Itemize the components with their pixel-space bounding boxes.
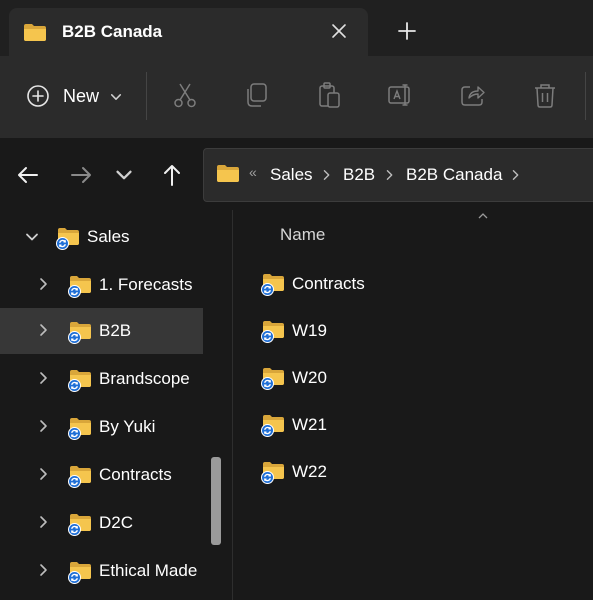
tree-item-label: 1. Forecasts <box>99 275 193 294</box>
tree-item-by-yuki[interactable]: By Yuki <box>0 404 203 450</box>
forward-arrow-icon[interactable] <box>68 162 94 188</box>
breadcrumb-chevron-icon[interactable] <box>384 168 396 182</box>
chevron-right-icon[interactable] <box>37 277 51 291</box>
tree-item-label: B2B <box>99 321 132 340</box>
chevron-right-icon[interactable] <box>37 563 51 577</box>
folder-sync-icon <box>261 272 285 296</box>
file-name: W21 <box>292 415 327 434</box>
folder-sync-icon <box>68 320 92 344</box>
tree-item-brandscope[interactable]: Brandscope <box>0 356 203 402</box>
command-separator <box>585 72 586 120</box>
tree-item-ethical-made[interactable]: Ethical Made <box>0 548 203 594</box>
delete-icon[interactable] <box>530 80 560 110</box>
tree-item-label: Ethical Made <box>99 561 198 580</box>
folder-sync-icon <box>261 460 285 484</box>
folder-sync-icon <box>56 226 80 250</box>
folder-icon <box>216 163 240 183</box>
file-name: Contracts <box>292 274 365 293</box>
tree-item-label: D2C <box>99 513 134 532</box>
list-item[interactable]: W22 <box>253 452 583 492</box>
breadcrumb-b2b-canada[interactable]: B2B Canada <box>406 165 502 185</box>
chevron-right-icon[interactable] <box>37 419 51 433</box>
tab-title: B2B Canada <box>62 22 163 41</box>
file-name: W19 <box>292 321 327 340</box>
chevron-right-icon[interactable] <box>37 323 51 337</box>
list-item[interactable]: W19 <box>253 311 583 351</box>
new-button[interactable]: New <box>14 76 130 116</box>
folder-sync-icon <box>261 319 285 343</box>
file-list: Name Contracts W19 W20 W21 W22 <box>233 210 593 600</box>
navigation-row: « Sales B2B B2B Canada <box>0 138 593 210</box>
folder-sync-icon <box>261 366 285 390</box>
breadcrumb-b2b[interactable]: B2B <box>343 165 375 185</box>
command-bar: New <box>0 56 593 139</box>
tree-item-label: By Yuki <box>99 417 156 436</box>
folder-sync-icon <box>68 368 92 392</box>
copy-icon[interactable] <box>242 80 272 110</box>
add-circle-icon <box>27 85 49 107</box>
chevron-right-icon[interactable] <box>37 371 51 385</box>
tree-item-sales[interactable]: Sales <box>0 214 203 260</box>
folder-icon <box>23 22 47 42</box>
tree-item-forecasts[interactable]: 1. Forecasts <box>0 262 203 308</box>
list-item[interactable]: Contracts <box>253 264 583 304</box>
list-item[interactable]: W21 <box>253 405 583 445</box>
column-header-name[interactable]: Name <box>280 225 325 245</box>
tree-item-b2b[interactable]: B2B <box>0 308 203 354</box>
tree-item-label: Brandscope <box>99 369 190 388</box>
folder-sync-icon <box>68 416 92 440</box>
folder-sync-icon <box>261 413 285 437</box>
recent-locations-chevron-icon[interactable] <box>115 166 133 184</box>
chevron-down-icon[interactable] <box>25 230 39 244</box>
tree-item-contracts[interactable]: Contracts <box>0 452 203 498</box>
folder-sync-icon <box>68 464 92 488</box>
address-bar[interactable]: « Sales B2B B2B Canada <box>203 148 593 202</box>
chevron-right-icon[interactable] <box>37 467 51 481</box>
folder-sync-icon <box>68 512 92 536</box>
file-name: W22 <box>292 462 327 481</box>
back-arrow-icon[interactable] <box>15 162 41 188</box>
paste-icon[interactable] <box>314 80 344 110</box>
tab-b2b-canada[interactable]: B2B Canada <box>9 8 368 56</box>
tree-item-label: Sales <box>87 227 130 246</box>
cut-icon[interactable] <box>170 80 200 110</box>
command-separator <box>146 72 147 120</box>
breadcrumb-overflow[interactable]: « <box>249 164 257 180</box>
chevron-right-icon[interactable] <box>37 515 51 529</box>
tab-strip: B2B Canada <box>0 0 593 56</box>
breadcrumb-chevron-icon[interactable] <box>510 168 522 182</box>
folder-sync-icon <box>68 274 92 298</box>
folder-sync-icon <box>68 560 92 584</box>
up-arrow-icon[interactable] <box>159 162 185 188</box>
breadcrumb-chevron-icon[interactable] <box>321 168 333 182</box>
scrollbar-thumb[interactable] <box>211 457 221 545</box>
rename-icon[interactable] <box>386 80 416 110</box>
tree-item-label: Contracts <box>99 465 172 484</box>
share-icon[interactable] <box>458 80 488 110</box>
breadcrumb-sales[interactable]: Sales <box>270 165 313 185</box>
sort-ascending-icon <box>478 213 488 219</box>
close-icon[interactable] <box>328 20 350 42</box>
tree-item-d2c[interactable]: D2C <box>0 500 203 546</box>
navigation-pane: Sales 1. Forecasts B2B Brandscope By Yuk… <box>0 210 232 600</box>
list-item[interactable]: W20 <box>253 358 583 398</box>
chevron-down-icon <box>110 91 122 103</box>
new-tab-plus-icon[interactable] <box>396 20 418 42</box>
new-button-label: New <box>63 86 100 106</box>
file-name: W20 <box>292 368 327 387</box>
